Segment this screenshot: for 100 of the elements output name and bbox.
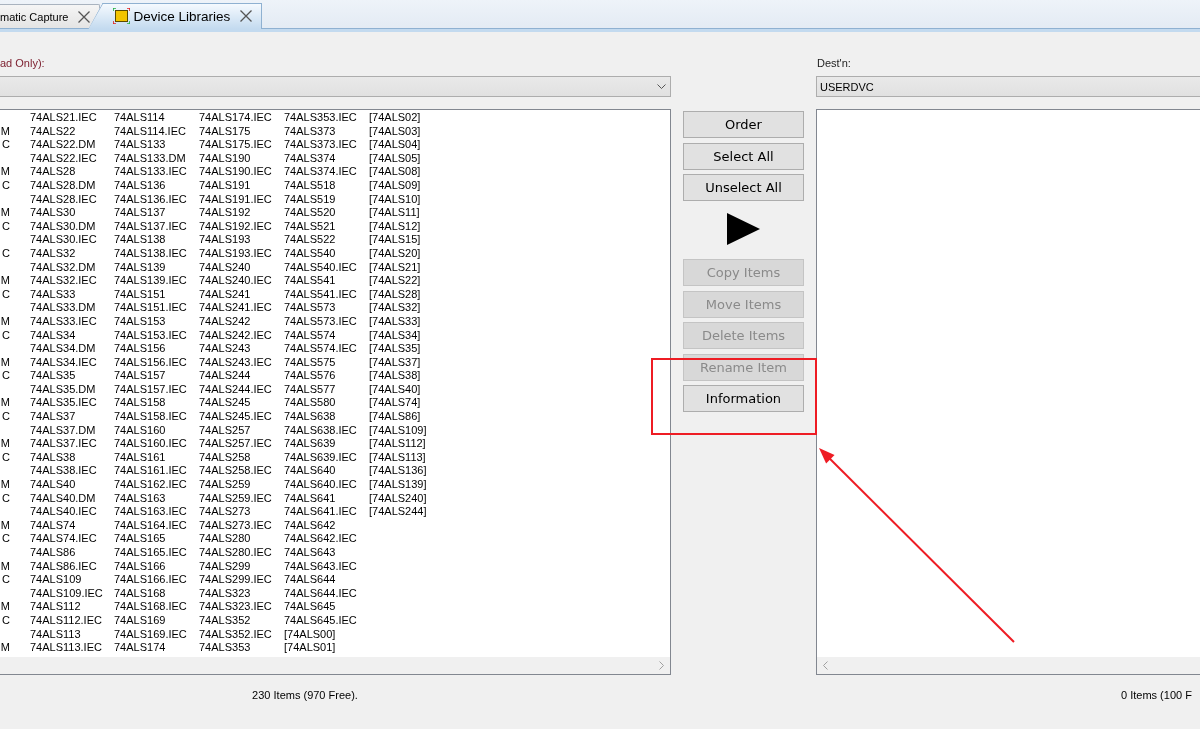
list-item[interactable]: 74ALS190 [199,151,251,166]
list-item[interactable]: 74ALS35.IEC [30,396,97,411]
list-item[interactable]: 74ALS323.IEC [199,600,272,614]
list-item[interactable]: 74ALS640 [284,464,336,479]
list-item[interactable]: 74ALS163 [114,491,166,506]
dropdown[interactable] [0,76,671,97]
close-icon[interactable] [240,10,253,22]
list-item[interactable]: 74ALS139 [114,260,166,275]
list-item[interactable]: C [2,573,10,587]
list-item[interactable]: 74ALS30.IEC [30,233,97,247]
list-item[interactable]: 74ALS133 [114,138,166,152]
list-item[interactable]: 74ALS573.IEC [284,314,357,329]
list-item[interactable]: 74ALS191.IEC [199,192,272,207]
list-item[interactable]: 74ALS32.DM [30,260,96,275]
list-item[interactable]: 74ALS518 [284,178,336,193]
list-item[interactable]: 74ALS156.IEC [114,355,187,370]
list-item[interactable]: [74ALS32] [369,301,421,315]
list-item[interactable]: M [0,124,10,139]
list-item[interactable]: [74ALS40] [369,382,421,397]
list-item[interactable]: [74ALS21] [369,260,421,275]
horizontal-scrollbar[interactable] [0,657,670,674]
list-item[interactable]: 74ALS30 [30,206,76,220]
list-item[interactable]: 74ALS241.IEC [199,301,272,315]
list-item[interactable]: [74ALS113] [369,450,426,465]
list-item[interactable]: C [2,287,10,302]
list-item[interactable]: 74ALS259 [199,478,251,492]
list-item[interactable]: C [2,491,10,506]
tab[interactable]: matic Capture [0,4,101,28]
list-item[interactable]: M [0,355,10,370]
list-item[interactable]: M [0,559,10,574]
list-item[interactable]: 74ALS522 [284,233,336,247]
list-item[interactable]: 74ALS158.IEC [114,410,187,424]
list-item[interactable]: 74ALS33.DM [30,301,96,315]
list-item[interactable]: 74ALS112.IEC [30,613,102,628]
list-item[interactable]: 74ALS168.IEC [114,600,187,614]
right-triangle-icon[interactable] [727,213,760,245]
list-item[interactable]: 74ALS133.IEC [114,165,187,179]
list-item[interactable]: 74ALS174 [114,641,166,655]
list-item[interactable]: 74ALS640.IEC [284,478,357,492]
list-item[interactable]: 74ALS74.IEC [30,532,97,546]
list-item[interactable]: 74ALS273 [199,505,251,519]
list-item[interactable]: 74ALS38 [30,450,76,465]
list-item[interactable]: 74ALS373 [284,124,336,139]
list-item[interactable]: 74ALS33 [30,287,76,302]
list-item[interactable]: 74ALS136 [114,178,166,193]
list-item[interactable]: 74ALS175.IEC [199,138,272,152]
list-item[interactable]: 74ALS175 [199,124,251,139]
list-item[interactable]: 74ALS139.IEC [114,274,187,288]
list-item[interactable]: 74ALS151 [114,287,166,302]
list-item[interactable]: [74ALS10] [369,192,421,207]
list-item[interactable]: 74ALS32.IEC [30,274,97,288]
list-item[interactable]: 74ALS641.IEC [284,505,357,519]
list-item[interactable]: 74ALS193.IEC [199,246,272,261]
list-item[interactable]: 74ALS280.IEC [199,546,272,560]
list-item[interactable]: 74ALS240 [199,260,251,275]
list-item[interactable]: 74ALS243 [199,342,251,356]
list-item[interactable]: [74ALS11] [369,206,420,220]
list-item[interactable]: [74ALS112] [369,437,426,451]
list-item[interactable]: 74ALS638.IEC [284,423,357,438]
list-item[interactable]: 74ALS643 [284,546,336,560]
list-item[interactable]: 74ALS40.DM [30,491,96,506]
list-item[interactable]: 74ALS164.IEC [114,518,187,533]
list-item[interactable]: 74ALS245 [199,396,251,411]
list-item[interactable]: 74ALS258 [199,450,251,465]
list-item[interactable]: [74ALS139] [369,478,427,492]
list-item[interactable]: C [2,246,10,261]
dropdown[interactable]: USERDVC [816,76,1200,97]
list-item[interactable]: 74ALS240.IEC [199,274,272,288]
list-item[interactable]: 74ALS34.IEC [30,355,97,370]
list-item[interactable]: [74ALS03] [369,124,421,139]
list-item[interactable]: 74ALS577 [284,382,336,397]
list-item[interactable]: 74ALS644.IEC [284,586,357,601]
list-item[interactable]: 74ALS166 [114,559,166,574]
list-item[interactable]: [74ALS02] [369,111,421,125]
list-item[interactable]: 74ALS540 [284,246,336,261]
list-item[interactable]: 74ALS158 [114,396,166,411]
list-item[interactable]: 74ALS243.IEC [199,355,272,370]
list-item[interactable]: 74ALS521 [284,219,336,234]
list-item[interactable]: 74ALS642.IEC [284,532,357,546]
list-item[interactable]: [74ALS28] [369,287,421,302]
chevron-right-icon[interactable] [659,661,664,670]
list-item[interactable]: [74ALS01] [284,641,336,655]
list-item[interactable]: 74ALS192.IEC [199,219,272,234]
chevron-left-icon[interactable] [823,661,828,670]
list-item[interactable]: C [2,138,10,152]
list-item[interactable]: 74ALS541.IEC [284,287,357,302]
list-item[interactable]: 74ALS37.IEC [30,437,97,451]
list-item[interactable]: 74ALS241 [199,287,251,302]
list-item[interactable]: 74ALS32 [30,246,76,261]
list-item[interactable]: 74ALS28.IEC [30,192,97,207]
list-item[interactable]: 74ALS109.IEC [30,586,103,601]
list-item[interactable]: M [0,437,10,451]
list-item[interactable]: 74ALS273.IEC [199,518,272,533]
list-item[interactable]: 74ALS574.IEC [284,342,357,356]
list-item[interactable]: 74ALS136.IEC [114,192,187,207]
list-item[interactable]: [74ALS04] [369,138,421,152]
list-item[interactable]: 74ALS352.IEC [199,627,272,642]
list-item[interactable]: 74ALS575 [284,355,336,370]
list-item[interactable]: 74ALS645.IEC [284,613,357,628]
list-item[interactable]: 74ALS576 [284,369,336,383]
